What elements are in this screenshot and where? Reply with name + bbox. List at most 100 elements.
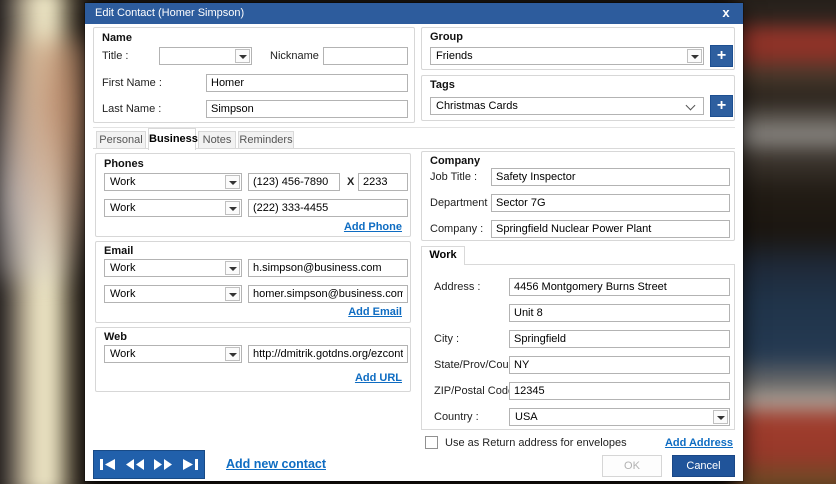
chevron-down-icon[interactable] <box>225 201 240 215</box>
company-input[interactable] <box>491 220 730 238</box>
chevron-down-icon[interactable] <box>225 287 240 301</box>
next-record-icon <box>153 459 172 470</box>
edit-contact-dialog: Edit Contact (Homer Simpson) x Name Titl… <box>85 3 743 481</box>
chevron-down-icon <box>685 100 696 111</box>
email-header: Email <box>104 245 134 257</box>
job-title-label: Job Title : <box>430 171 478 183</box>
email1-type-select[interactable]: Work <box>104 259 242 277</box>
add-email-link[interactable]: Add Email <box>348 306 402 318</box>
phone1-type-select[interactable]: Work <box>104 173 242 191</box>
business-tab-page: Phones Work X Work Add Phone Email Work <box>93 148 735 449</box>
country-select[interactable]: USA <box>509 408 730 426</box>
cancel-button[interactable]: Cancel <box>672 455 735 477</box>
name-header: Name <box>102 32 132 44</box>
chevron-down-icon[interactable] <box>225 175 240 189</box>
phone1-number-input[interactable] <box>248 173 340 191</box>
close-icon[interactable]: x <box>715 3 737 24</box>
last-record-button[interactable] <box>178 454 202 476</box>
add-url-link[interactable]: Add URL <box>355 372 402 384</box>
city-label: City : <box>434 333 460 345</box>
company-header: Company <box>430 155 481 167</box>
email2-type-value: Work <box>110 288 136 300</box>
last-name-label: Last Name : <box>102 103 162 115</box>
background-blur-right <box>733 0 836 484</box>
previous-record-icon <box>126 459 145 470</box>
phone2-number-input[interactable] <box>248 199 408 217</box>
web-header: Web <box>104 331 128 343</box>
previous-record-button[interactable] <box>123 454 147 476</box>
next-record-button[interactable] <box>151 454 175 476</box>
ok-button[interactable]: OK <box>602 455 662 477</box>
tab-business[interactable]: Business <box>148 128 198 150</box>
extension-label: X <box>347 176 355 188</box>
tab-work-address[interactable]: Work <box>421 246 465 265</box>
phone2-type-select[interactable]: Work <box>104 199 242 217</box>
email-groupbox: Email Work Work Add Email <box>95 241 411 323</box>
nickname-input[interactable] <box>323 47 408 65</box>
last-name-input[interactable] <box>206 100 408 118</box>
tags-select-value: Christmas Cards <box>436 100 518 112</box>
chevron-down-icon[interactable] <box>687 49 702 63</box>
add-address-link[interactable]: Add Address <box>665 437 733 449</box>
group-groupbox: Group Friends + <box>421 27 735 70</box>
chevron-down-icon[interactable] <box>235 49 250 63</box>
web1-url-input[interactable] <box>248 345 408 363</box>
address-line2-input[interactable] <box>509 304 730 322</box>
return-address-checkbox[interactable] <box>425 436 438 449</box>
zip-input[interactable] <box>509 382 730 400</box>
add-group-button[interactable]: + <box>710 45 733 67</box>
web1-type-select[interactable]: Work <box>104 345 242 363</box>
return-address-label: Use as Return address for envelopes <box>445 437 627 449</box>
tags-groupbox: Tags Christmas Cards + <box>421 75 735 121</box>
background-blur-left-top <box>0 40 95 280</box>
tab-strip: Personal Business Notes Reminders <box>93 127 735 150</box>
company-label: Company : <box>430 223 484 235</box>
email2-input[interactable] <box>248 285 408 303</box>
address-line1-input[interactable] <box>509 278 730 296</box>
company-groupbox: Company Job Title : Department : Company… <box>421 151 735 241</box>
add-new-contact-link[interactable]: Add new contact <box>226 457 326 471</box>
first-name-input[interactable] <box>206 74 408 92</box>
phones-header: Phones <box>104 158 144 170</box>
first-record-icon <box>100 459 116 470</box>
add-tag-button[interactable]: + <box>710 95 733 117</box>
web1-type-value: Work <box>110 348 136 360</box>
phone1-ext-input[interactable] <box>358 173 408 191</box>
tags-select[interactable]: Christmas Cards <box>430 97 704 115</box>
country-label: Country : <box>434 411 479 423</box>
department-label: Department : <box>430 197 494 209</box>
work-address-page: Address : City : State/Prov/County : ZIP… <box>421 264 735 430</box>
nickname-label: Nickname : <box>270 50 326 62</box>
group-select-value: Friends <box>436 50 473 62</box>
chevron-down-icon[interactable] <box>225 261 240 275</box>
email1-input[interactable] <box>248 259 408 277</box>
add-phone-link[interactable]: Add Phone <box>344 221 402 233</box>
city-input[interactable] <box>509 330 730 348</box>
group-header: Group <box>430 31 463 43</box>
zip-label: ZIP/Postal Code : <box>434 385 521 397</box>
email1-type-value: Work <box>110 262 136 274</box>
name-groupbox: Name Title : Nickname : First Name : Las… <box>93 27 415 123</box>
country-select-value: USA <box>515 411 538 423</box>
title-select[interactable] <box>159 47 252 65</box>
title-bar[interactable]: Edit Contact (Homer Simpson) x <box>85 3 743 24</box>
web-groupbox: Web Work Add URL <box>95 327 411 392</box>
phone2-type-value: Work <box>110 202 136 214</box>
email2-type-select[interactable]: Work <box>104 285 242 303</box>
phone1-type-value: Work <box>110 176 136 188</box>
department-input[interactable] <box>491 194 730 212</box>
job-title-input[interactable] <box>491 168 730 186</box>
last-record-icon <box>182 459 198 470</box>
phones-groupbox: Phones Work X Work Add Phone <box>95 153 411 237</box>
chevron-down-icon[interactable] <box>225 347 240 361</box>
record-navigation-bar <box>93 450 205 479</box>
state-input[interactable] <box>509 356 730 374</box>
group-select[interactable]: Friends <box>430 47 704 65</box>
first-record-button[interactable] <box>96 454 120 476</box>
title-label: Title : <box>102 50 129 62</box>
tags-header: Tags <box>430 79 455 91</box>
chevron-down-icon[interactable] <box>713 410 728 424</box>
address-label: Address : <box>434 281 481 293</box>
return-address-row: Use as Return address for envelopes Add … <box>421 434 735 452</box>
first-name-label: First Name : <box>102 77 162 89</box>
